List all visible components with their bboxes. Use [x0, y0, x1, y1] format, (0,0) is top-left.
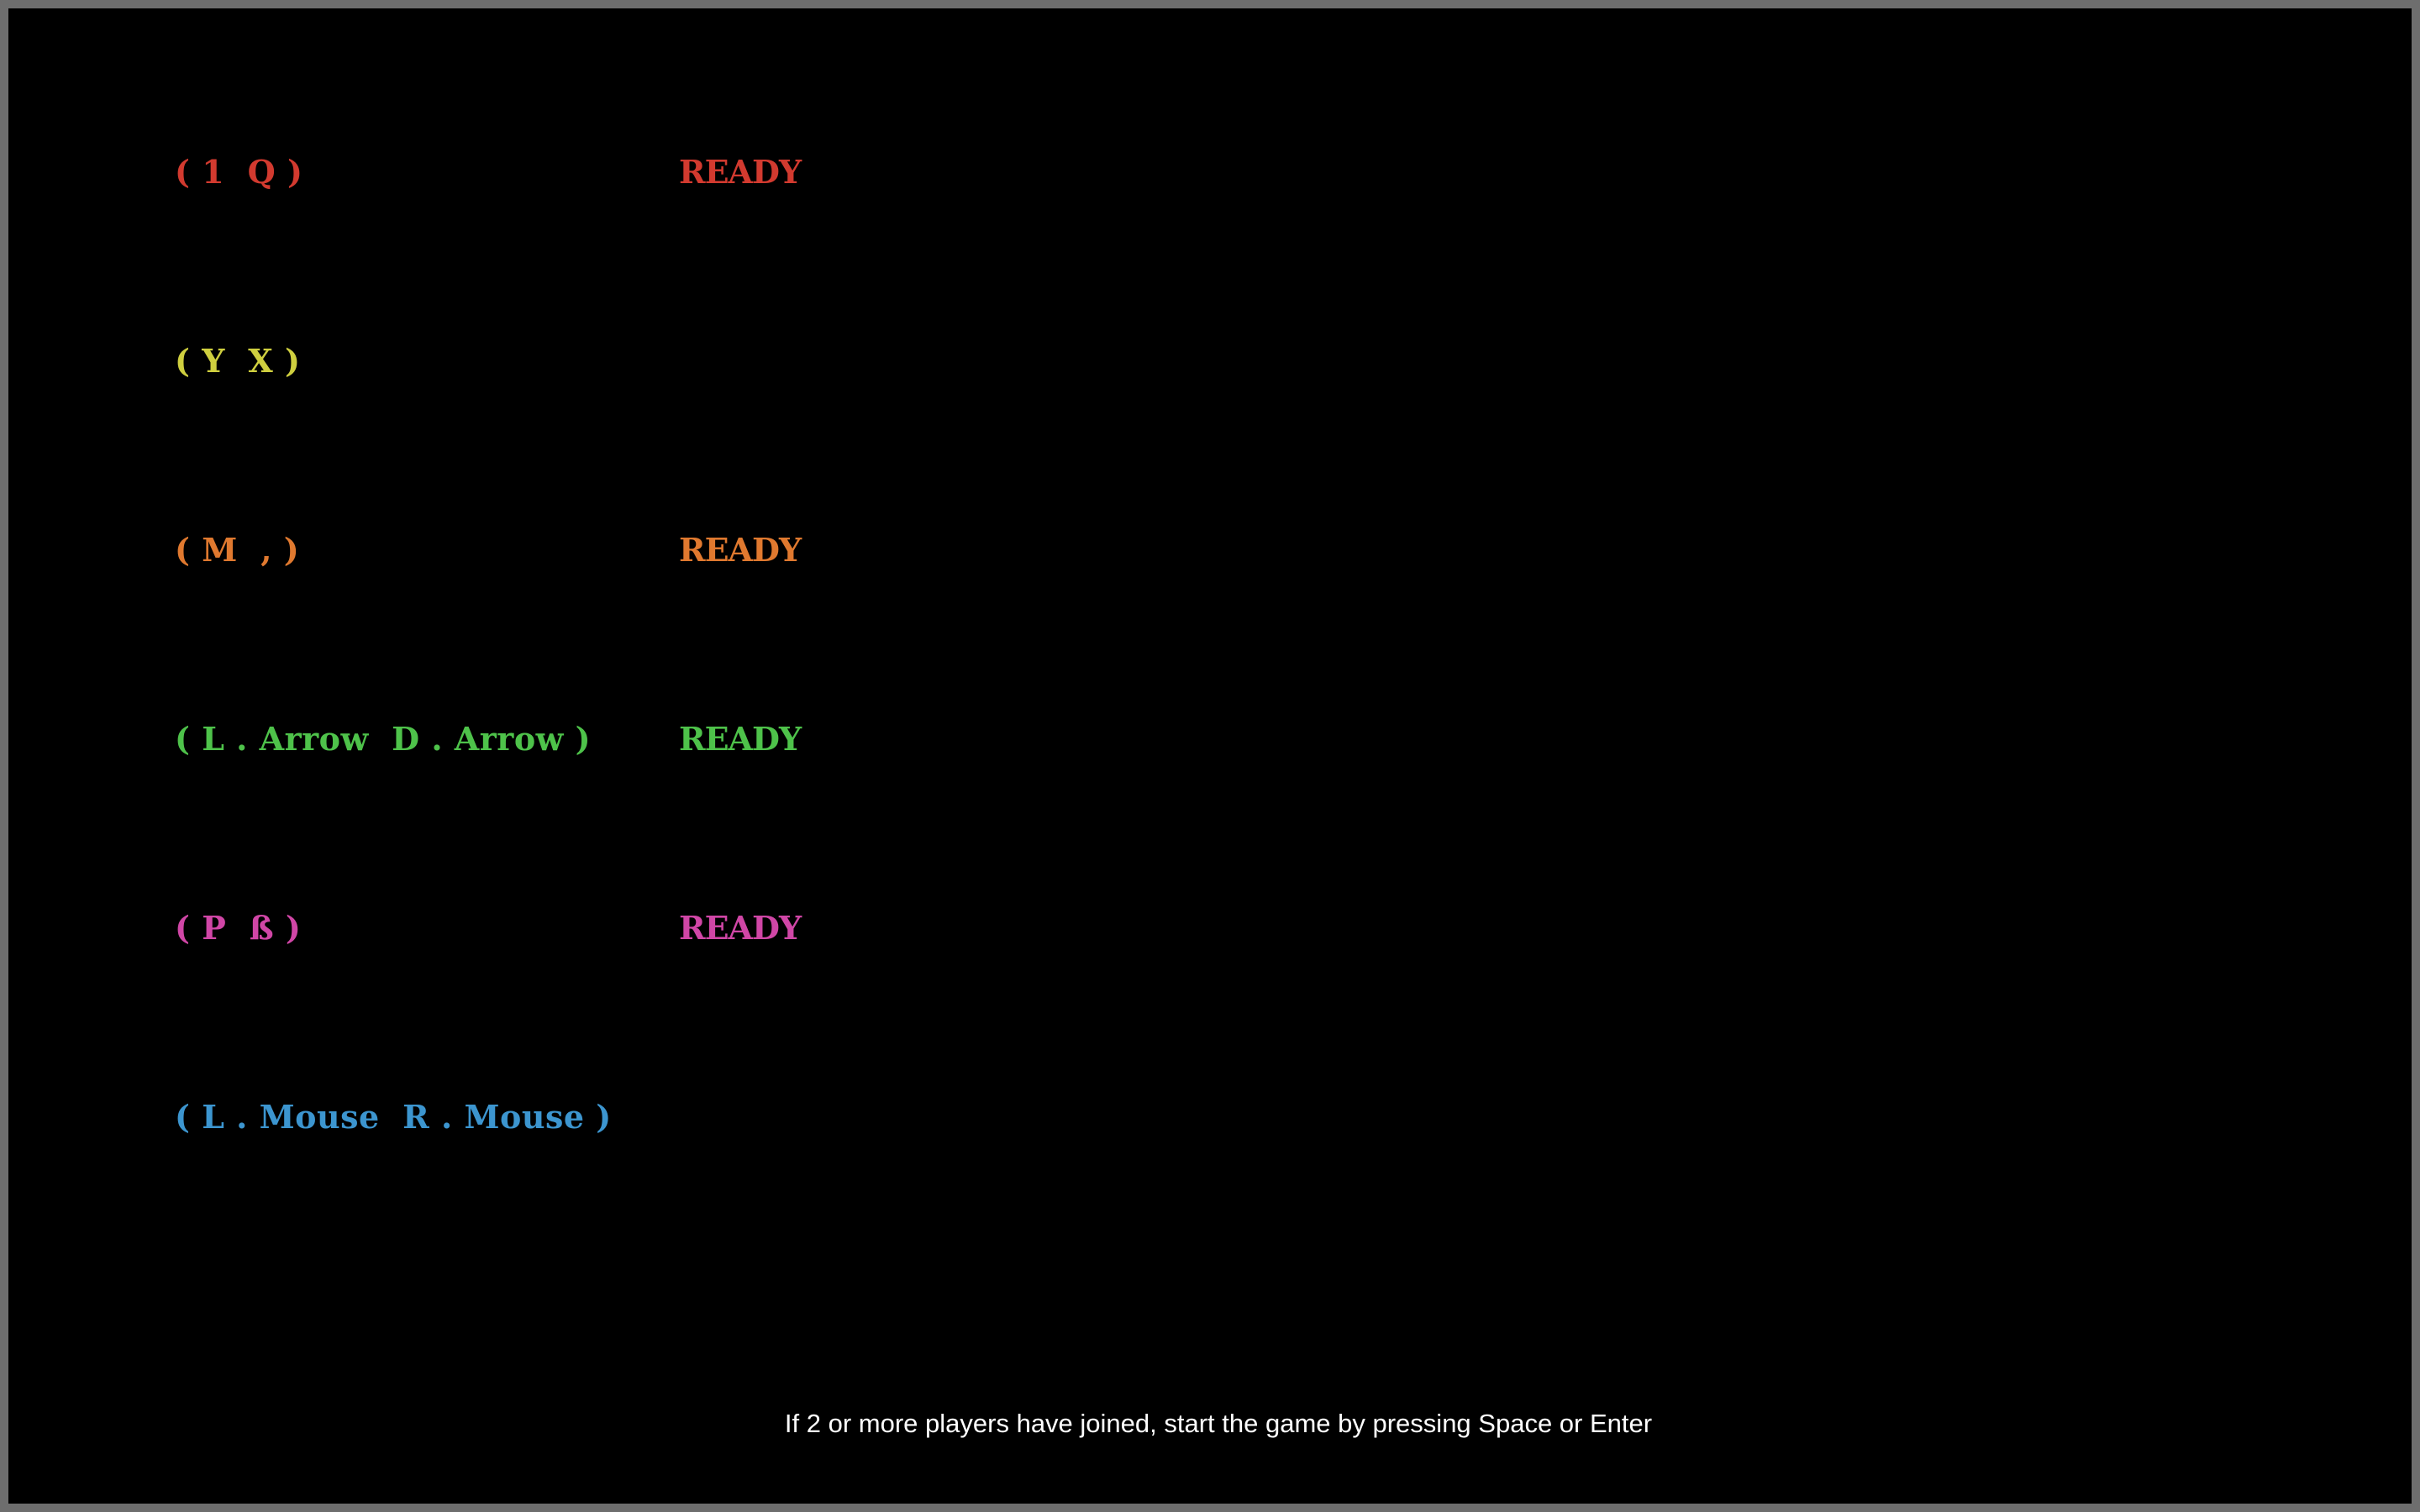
- player-slot-4: ( L . Arrow D . Arrow ) READY: [175, 714, 1015, 764]
- player-ready-status: READY: [679, 153, 802, 191]
- player-ready-status: READY: [679, 720, 802, 758]
- player-slot-2: ( Y X ): [175, 336, 1015, 386]
- player-keys: ( P ß ): [175, 909, 302, 947]
- player-ready-status: READY: [679, 531, 802, 569]
- player-keys: ( Y X ): [175, 342, 301, 380]
- game-screen: ( 1 Q ) READY ( Y X ) ( M , ) READY ( L …: [0, 0, 2420, 1512]
- player-ready-status: READY: [679, 909, 802, 947]
- player-slot-6: ( L . Mouse R . Mouse ): [175, 1092, 1015, 1142]
- player-keys: ( M , ): [175, 531, 300, 569]
- player-slot-1: ( 1 Q ) READY: [175, 147, 1015, 197]
- player-keys: ( L . Mouse R . Mouse ): [175, 1098, 612, 1136]
- player-keys: ( 1 Q ): [175, 153, 303, 191]
- player-keys: ( L . Arrow D . Arrow ): [175, 720, 592, 758]
- start-instructions: If 2 or more players have joined, start …: [784, 1409, 1653, 1438]
- player-slot-5: ( P ß ) READY: [175, 903, 1015, 953]
- player-slot-3: ( M , ) READY: [175, 525, 1015, 575]
